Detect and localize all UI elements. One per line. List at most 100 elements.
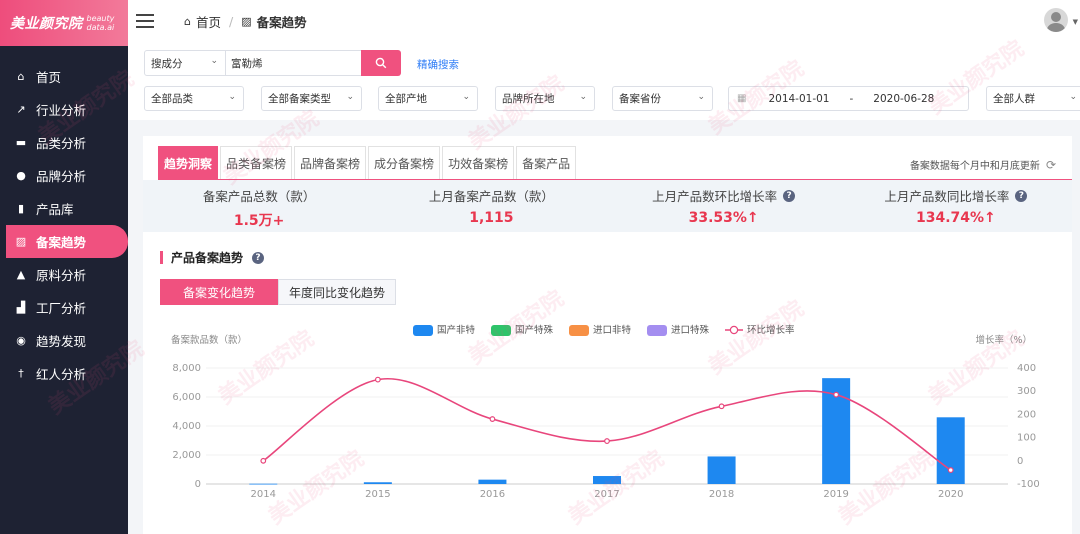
sidebar-item-label: 红人分析 [36, 367, 87, 382]
stat-value: 1.5万+ [233, 213, 285, 229]
sidebar-item-6[interactable]: ▲ 原料分析 [0, 258, 128, 291]
stat-label: 上月产品数同比增长率? [840, 186, 1072, 205]
brand-name: 美业颜究院 [10, 16, 83, 32]
y-tick-label-right: 300 [1017, 386, 1036, 397]
chevron-down-icon: ⌄ [346, 92, 354, 102]
origin-select[interactable]: 全部产地 ⌄ [378, 86, 478, 111]
stat-label: 上月产品数环比增长率? [608, 186, 840, 205]
sidebar-item-4[interactable]: ▮ 产品库 [0, 192, 128, 225]
tab-3[interactable]: 成分备案榜 [368, 146, 441, 180]
person-icon: † [18, 367, 24, 380]
chevron-down-icon: ⌄ [1069, 92, 1077, 102]
date-to[interactable]: 2020-06-28 [873, 93, 934, 105]
stats-bar: 备案产品总数（款） 1.5万+ 上月备案产品数（款） 1,115 上月产品数环比增长率?… [143, 180, 1072, 232]
section-title: 产品备案趋势 ? [160, 249, 265, 266]
filter-bar: 搜成分 ⌄ 富勒烯 精确搜索 全部品类 ⌄ 全部备案类型 ⌄ 全部产地 ⌄ 品牌所在地 ⌄… [128, 42, 1080, 120]
subtab-0[interactable]: 备案变化趋势 [160, 279, 279, 305]
subtab-1[interactable]: 年度同比变化趋势 [278, 279, 397, 305]
avatar[interactable] [1044, 8, 1068, 32]
chart-box-icon: ▨ [241, 14, 252, 28]
sidebar-item-2[interactable]: ▬ 品类分析 [0, 126, 128, 159]
chevron-down-icon: ⌄ [579, 92, 587, 102]
breadcrumb-home[interactable]: 首页 [196, 12, 221, 31]
chevron-down-icon: ⌄ [228, 92, 236, 102]
legend-swatch [569, 325, 589, 336]
calendar-icon: ▦ [737, 93, 747, 104]
y-tick-label: 2,000 [172, 450, 201, 461]
help-icon[interactable]: ? [252, 251, 265, 264]
stat-value: 33.53%↑ [688, 210, 759, 226]
search-icon [375, 57, 387, 69]
user-icon: ● [16, 169, 26, 182]
file-icon: ▮ [17, 202, 25, 215]
chevron-down-icon: ⌄ [697, 92, 705, 102]
sidebar-item-9[interactable]: † 红人分析 [0, 357, 128, 390]
sidebar-item-8[interactable]: ◉ 趋势发现 [0, 324, 128, 357]
tab-2[interactable]: 品牌备案榜 [294, 146, 367, 180]
growth-point [489, 416, 496, 422]
menu-toggle-icon[interactable] [136, 14, 154, 28]
chart-bar [478, 479, 507, 484]
x-tick-label: 2014 [251, 489, 276, 500]
chart-box-icon: ▨ [15, 235, 27, 248]
chart-bar [707, 456, 736, 484]
sidebar-item-3[interactable]: ● 品牌分析 [0, 159, 128, 192]
help-icon[interactable]: ? [783, 189, 796, 202]
chart-bar [936, 417, 965, 484]
sidebar-item-7[interactable]: ▟ 工厂分析 [0, 291, 128, 324]
sidebar: 美业颜究院 beauty data.ai ⌂ 首页 ↗ 行业分析 ▬ 品类分析 ● 品牌分析 ▮… [0, 0, 128, 534]
sidebar-item-5[interactable]: ▨ 备案趋势 [6, 225, 128, 258]
y-tick-label-right: 400 [1017, 363, 1036, 374]
update-note: 备案数据每个月中和月底更新 ⟳ [909, 157, 1056, 173]
legend-label: 国产非特 [437, 324, 476, 336]
y-tick-label-right: 0 [1017, 456, 1023, 467]
trend-icon: ↗ [16, 103, 26, 116]
chevron-down-icon[interactable]: ▼ [1073, 18, 1078, 26]
sidebar-item-1[interactable]: ↗ 行业分析 [0, 93, 128, 126]
tab-1[interactable]: 品类备案榜 [220, 146, 293, 180]
chart-bar [249, 483, 278, 485]
y-axis-label-right: 增长率（%） [975, 334, 1032, 346]
brand-location-select[interactable]: 品牌所在地 ⌄ [495, 86, 595, 111]
audience-select[interactable]: 全部人群 ⌄ [986, 86, 1080, 111]
legend-label: 环比增长率 [747, 324, 795, 336]
stat-card: 上月备案产品数（款） 1,115 [375, 180, 607, 232]
brand-logo[interactable]: 美业颜究院 beauty data.ai [0, 0, 128, 46]
chart-bar [363, 482, 392, 484]
sidebar-item-label: 品牌分析 [36, 169, 87, 184]
refresh-icon[interactable]: ⟳ [1046, 158, 1056, 172]
date-range-picker[interactable]: ▦ 2014-01-01 - 2020-06-28 [728, 86, 969, 111]
record-province-select[interactable]: 备案省份 ⌄ [612, 86, 713, 111]
home-icon[interactable]: ⌂ [184, 15, 191, 28]
search-input[interactable]: 富勒烯 [225, 50, 362, 76]
legend-label: 进口非特 [593, 324, 632, 336]
tab-0[interactable]: 趋势洞察 [158, 146, 219, 180]
sidebar-item-0[interactable]: ⌂ 首页 [0, 60, 128, 93]
tab-5[interactable]: 备案产品 [516, 146, 577, 180]
y-tick-label: 6,000 [172, 392, 201, 403]
stat-card: 上月产品数同比增长率? 134.74%↑ [840, 180, 1072, 232]
legend-swatch [647, 325, 667, 336]
record-type-select[interactable]: 全部备案类型 ⌄ [261, 86, 362, 111]
y-axis-label: 备案款品数（款） [171, 334, 247, 346]
category-select[interactable]: 全部品类 ⌄ [144, 86, 244, 111]
growth-point [374, 376, 381, 383]
chart-subtabs: 备案变化趋势 年度同比变化趋势 [160, 279, 397, 305]
search-type-select[interactable]: 搜成分 ⌄ [144, 50, 226, 76]
y-tick-label-right: -100 [1017, 479, 1040, 490]
growth-point [260, 457, 267, 464]
breadcrumb-separator: / [229, 13, 234, 29]
tab-4[interactable]: 功效备案榜 [442, 146, 515, 180]
briefcase-icon: ▬ [15, 136, 27, 149]
x-tick-label: 2019 [823, 489, 848, 500]
date-from[interactable]: 2014-01-01 [768, 93, 829, 105]
stat-value: 1,115 [469, 210, 514, 226]
main-tabs: 趋势洞察 品类备案榜 品牌备案榜 成分备案榜 功效备案榜 备案产品 [158, 146, 578, 180]
sidebar-nav: ⌂ 首页 ↗ 行业分析 ▬ 品类分析 ● 品牌分析 ▮ 产品库 ▨ 备案趋势 ▲ 原料分析 ▟ 工厂分析 ◉ 趋势… [0, 60, 128, 390]
legend-label: 国产特殊 [515, 324, 554, 336]
sidebar-item-label: 品类分析 [36, 136, 87, 151]
search-button[interactable] [361, 50, 401, 76]
stat-card: 备案产品总数（款） 1.5万+ [143, 180, 375, 232]
help-icon[interactable]: ? [1015, 189, 1028, 202]
precise-search-link[interactable]: 精确搜索 [417, 57, 459, 72]
